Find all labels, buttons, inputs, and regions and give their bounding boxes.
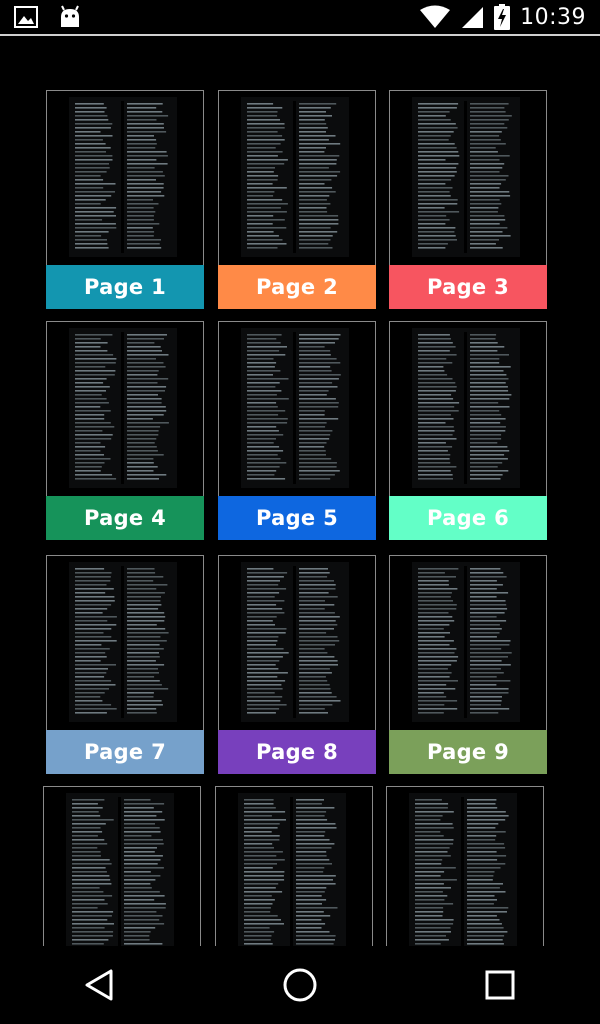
page-grid[interactable]: Page 1 Page 2 Page 3 Page 4 Page 5 Page 6 Page… xyxy=(0,38,600,946)
page-label: Page 9 xyxy=(389,730,547,774)
status-left-icons xyxy=(14,4,82,30)
page-thumbnail-image xyxy=(412,328,520,488)
status-clock: 10:39 xyxy=(520,4,586,30)
page-thumbnail xyxy=(69,562,177,722)
back-icon xyxy=(85,969,113,1001)
page-thumbnail xyxy=(66,793,174,946)
page-thumbnail-image xyxy=(412,562,520,722)
image-icon xyxy=(14,6,38,28)
page-thumbnail-image xyxy=(66,793,174,946)
status-bar: 10:39 xyxy=(0,0,600,36)
page-thumbnail-image xyxy=(69,97,177,257)
page-thumbnail-image xyxy=(69,328,177,488)
battery-charging-icon xyxy=(494,4,511,30)
page-label: Page 6 xyxy=(389,496,547,540)
page-tile[interactable]: Page 4 xyxy=(46,321,204,540)
page-thumbnail xyxy=(241,328,349,488)
page-thumbnail xyxy=(412,328,520,488)
page-label: Page 3 xyxy=(389,265,547,309)
page-thumbnail xyxy=(238,793,346,946)
page-tile[interactable]: Page 8 xyxy=(218,555,376,774)
page-tile[interactable]: Page 1 xyxy=(46,90,204,309)
page-thumbnail-image xyxy=(241,97,349,257)
page-tile[interactable]: Page 5 xyxy=(218,321,376,540)
page-thumbnail xyxy=(69,97,177,257)
page-thumbnail xyxy=(409,793,517,946)
page-tile[interactable]: Page 2 xyxy=(218,90,376,309)
page-thumbnail xyxy=(69,328,177,488)
app-screen: 10:39 Page 1 Page 2 Page 3 Page 4 Page 5 Page… xyxy=(0,0,600,1024)
recents-button[interactable] xyxy=(460,955,540,1015)
page-thumbnail xyxy=(412,562,520,722)
page-label: Page 7 xyxy=(46,730,204,774)
page-thumbnail-image xyxy=(241,562,349,722)
page-label: Page 4 xyxy=(46,496,204,540)
page-thumbnail-image xyxy=(238,793,346,946)
status-right-icons: 10:39 xyxy=(420,2,586,32)
back-button[interactable] xyxy=(60,955,140,1015)
page-thumbnail-image xyxy=(412,97,520,257)
wifi-icon xyxy=(420,5,451,29)
page-thumbnail xyxy=(241,562,349,722)
page-tile-partial[interactable] xyxy=(43,786,201,946)
page-tile[interactable]: Page 7 xyxy=(46,555,204,774)
page-thumbnail xyxy=(412,97,520,257)
page-label: Page 2 xyxy=(218,265,376,309)
recents-icon xyxy=(485,970,515,1000)
home-button[interactable] xyxy=(260,955,340,1015)
page-thumbnail-image xyxy=(409,793,517,946)
page-thumbnail xyxy=(241,97,349,257)
signal-icon xyxy=(460,5,484,29)
page-tile[interactable]: Page 6 xyxy=(389,321,547,540)
navigation-bar xyxy=(0,946,600,1024)
home-icon xyxy=(283,968,317,1002)
page-tile-partial[interactable] xyxy=(215,786,373,946)
page-tile[interactable]: Page 9 xyxy=(389,555,547,774)
page-label: Page 8 xyxy=(218,730,376,774)
page-label: Page 1 xyxy=(46,265,204,309)
page-tile-partial[interactable] xyxy=(386,786,544,946)
page-thumbnail-image xyxy=(241,328,349,488)
android-icon xyxy=(58,5,82,29)
page-thumbnail-image xyxy=(69,562,177,722)
page-tile[interactable]: Page 3 xyxy=(389,90,547,309)
page-label: Page 5 xyxy=(218,496,376,540)
